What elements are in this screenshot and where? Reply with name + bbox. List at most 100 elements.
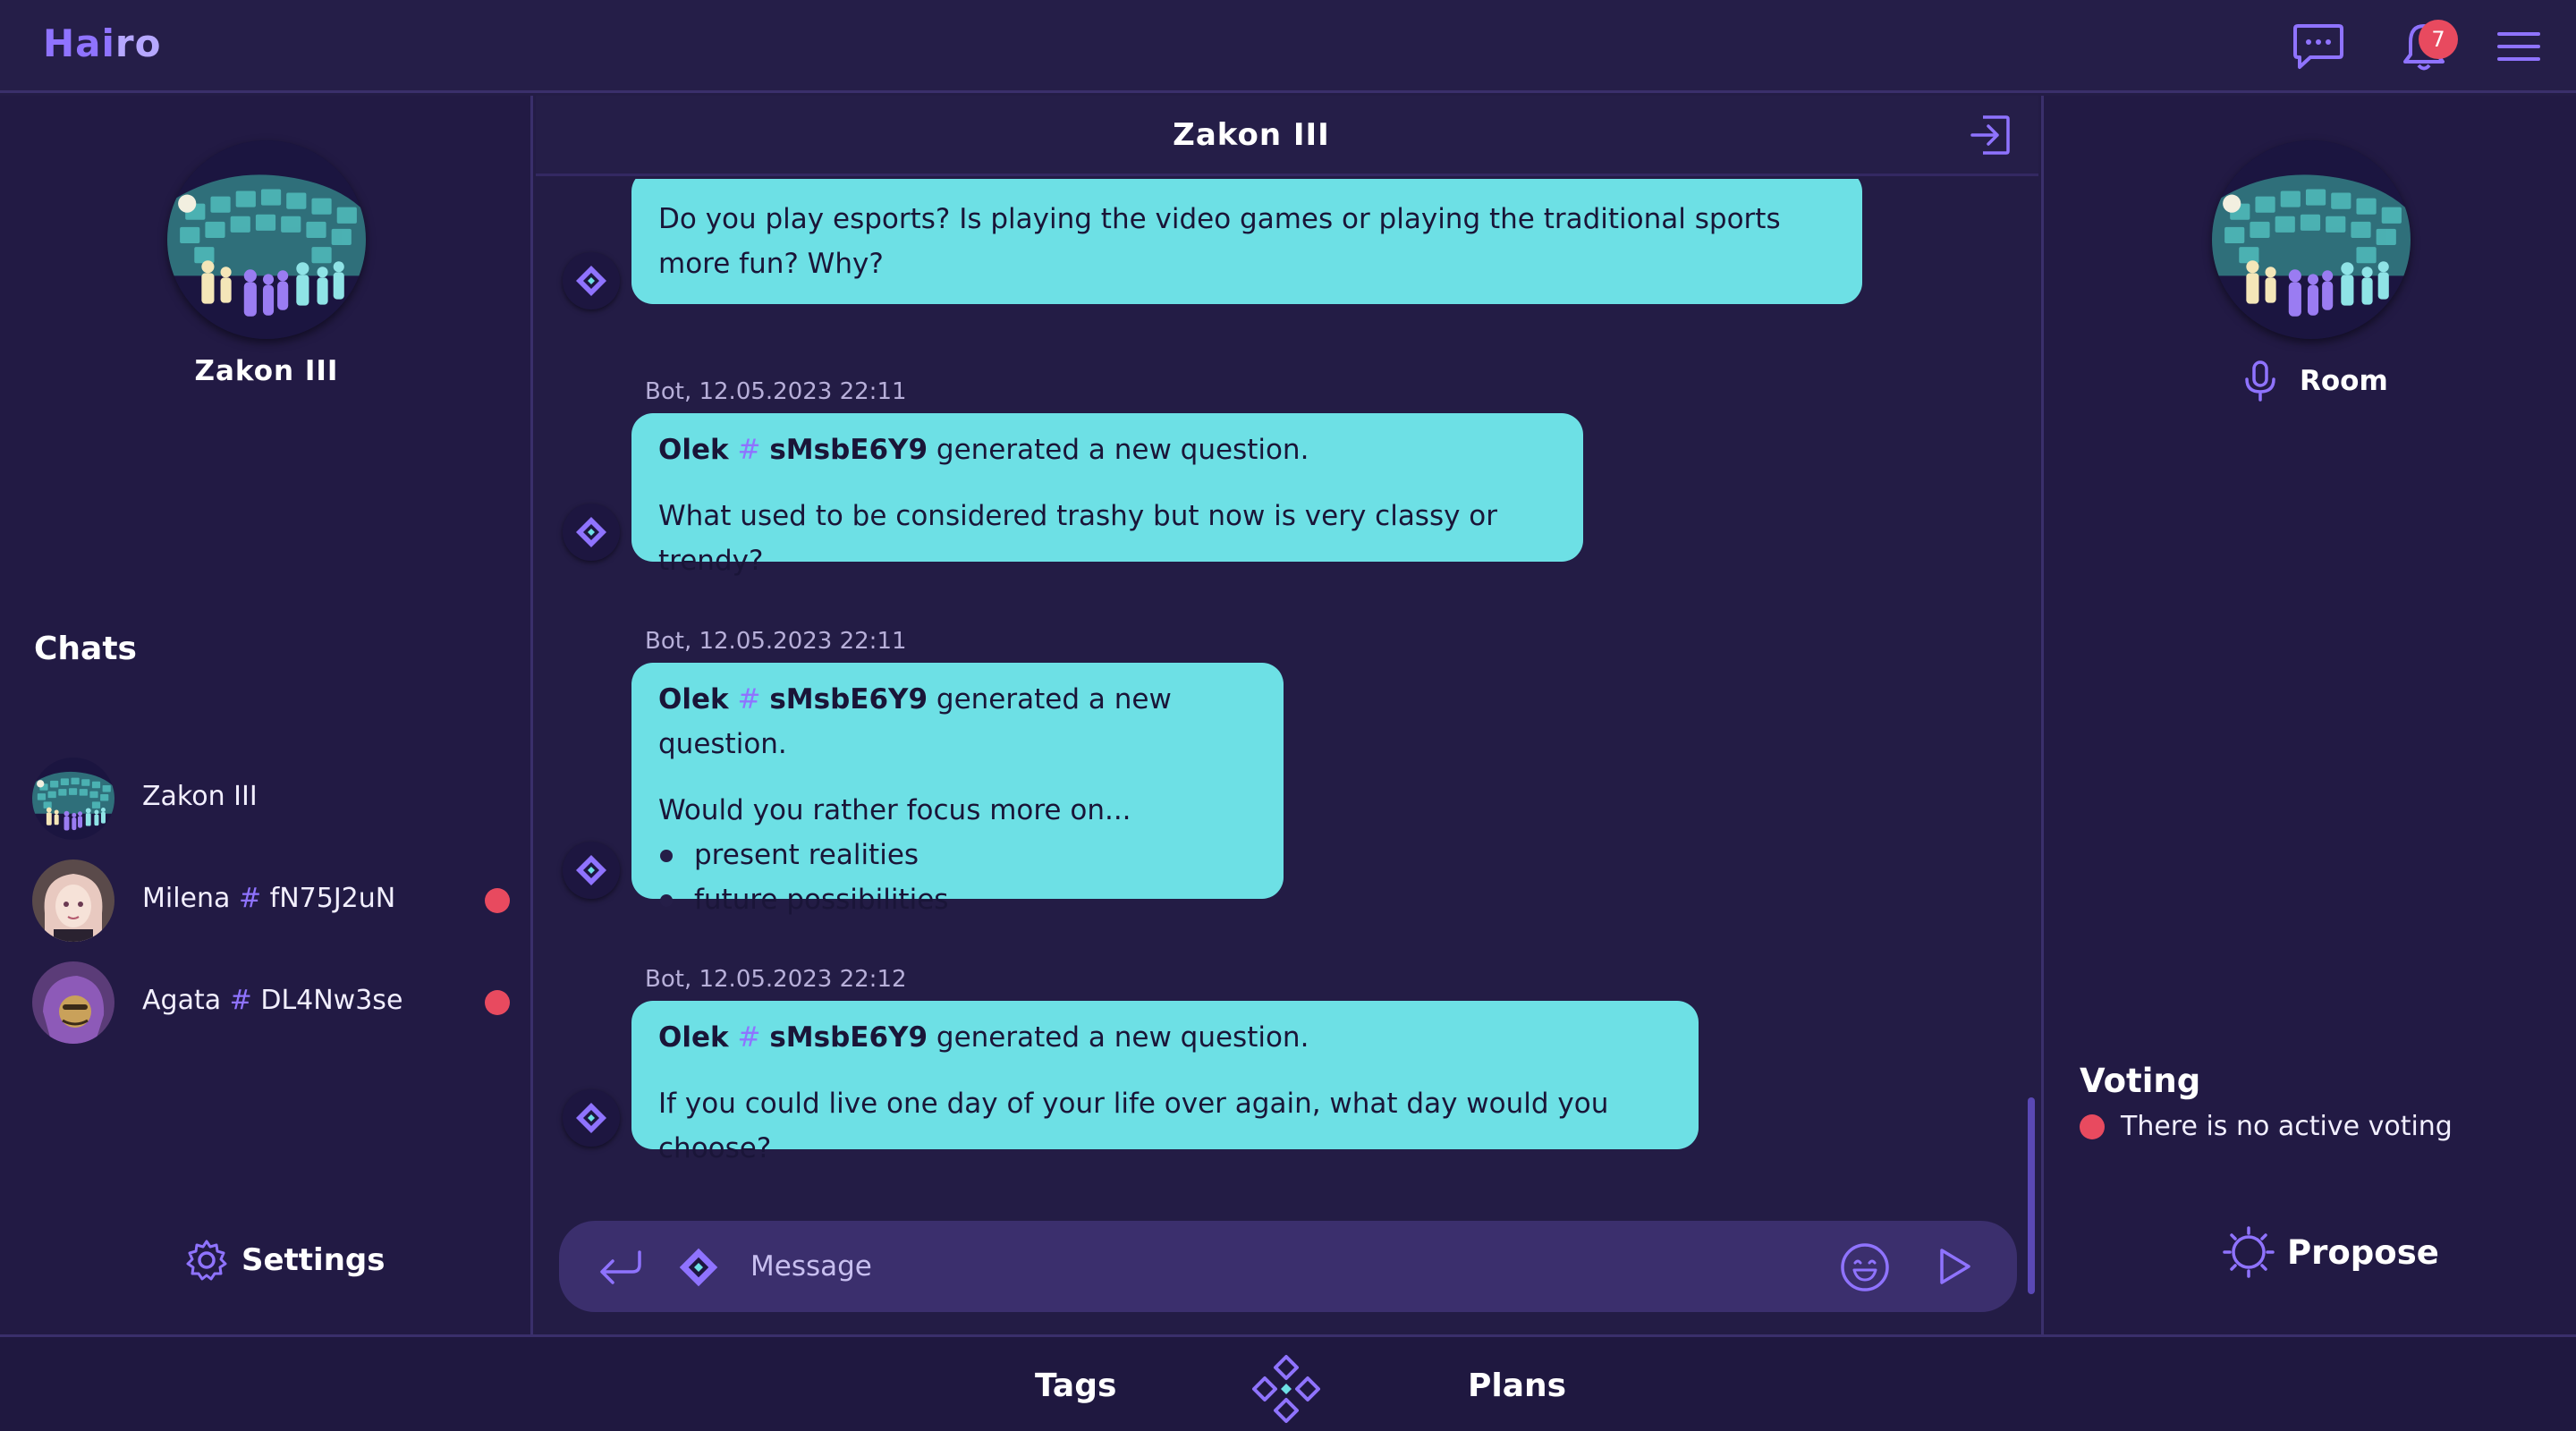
chat-item-agata[interactable]: Agata # DL4Nw3se [32,960,510,1046]
bot-diamond-icon [676,1245,721,1290]
emoji-button[interactable] [1838,1240,1892,1294]
message-timestamp: Bot, 12.05.2023 22:11 [645,378,907,405]
hash-symbol: # [737,434,761,466]
author-tag: sMsbE6Y9 [769,1021,928,1054]
hash-symbol: # [229,985,252,1016]
send-icon [1940,1249,1970,1284]
bot-diamond-icon [573,852,609,888]
voting-status-text: There is no active voting [2121,1111,2453,1142]
notifications-button[interactable]: 7 [2388,16,2460,77]
home-button[interactable] [1250,1353,1322,1425]
bot-command-button[interactable] [675,1244,722,1291]
propose-label: Propose [2287,1232,2439,1272]
option-item: future possibilities [658,877,1257,922]
chat-tag: DL4Nw3se [260,985,403,1016]
message-action: generated a new question. [936,434,1309,466]
message-bubble: Do you play esports? Is playing the vide… [631,179,1862,304]
voting-title: Voting [2080,1062,2201,1100]
exit-icon [1970,115,2010,155]
author-name: Olek [658,683,729,716]
message-bubble: Olek # sMsbE6Y9 generated a new question… [631,663,1284,916]
avatar [32,961,114,1044]
room-avatar [2212,140,2411,339]
message-question: Would you rather focus more on... [658,794,1131,826]
chat-name: Agata # DL4Nw3se [142,985,402,1016]
author-tag: sMsbE6Y9 [769,434,928,466]
bot-diamond-icon [573,514,609,550]
send-button[interactable] [1932,1244,1977,1289]
right-sidebar: Room Voting There is no active voting Pr… [2041,96,2576,1334]
chat-name-text: Zakon III [142,781,258,812]
messages-list[interactable]: Do you play esports? Is playing the vide… [536,179,2038,1301]
reply-icon [600,1250,641,1284]
author-name: Olek [658,1021,729,1054]
app-logo[interactable]: Hairo [43,21,161,65]
messages-scrollbar[interactable] [2028,1097,2035,1294]
bot-diamond-icon [573,1100,609,1136]
message-text: Do you play esports? Is playing the vide… [658,203,1781,280]
tab-plans[interactable]: Plans [1468,1367,1566,1404]
status-dot [2080,1113,2105,1139]
logo-part-2: ro [114,21,162,65]
bottom-bar: Tags Plans [0,1334,2576,1431]
messages-button[interactable] [2288,16,2349,77]
message-header: Olek # sMsbE6Y9 generated a new question… [658,428,1556,472]
chats-heading: Chats [34,631,137,667]
avatar [32,758,114,840]
room-title: Zakon III [194,355,339,387]
emoji-icon [1841,1243,1889,1291]
chat-icon [2293,24,2343,69]
logo-part-1: Hai [43,21,115,65]
settings-label: Settings [242,1242,386,1278]
message-question: What used to be considered trashy but no… [658,500,1498,577]
tab-tags[interactable]: Tags [1035,1367,1116,1404]
app-root: Hairo 7 Zakon III Chats Zakon III Milena… [0,0,2576,1431]
message-header: Olek # sMsbE6Y9 generated a new question… [658,1015,1672,1060]
leave-room-button[interactable] [1967,112,2013,158]
room-label: Room [2300,365,2388,397]
settings-button[interactable]: Settings [184,1232,386,1289]
hash-symbol: # [238,883,262,914]
menu-icon [2497,32,2540,61]
chat-name: Milena # fN75J2uN [142,883,395,914]
chat-panel: Zakon III Do you play esports? Is playin… [536,96,2038,1334]
bot-avatar [563,252,620,309]
message-composer [559,1221,2017,1312]
message-question: If you could live one day of your life o… [658,1088,1609,1164]
bot-avatar [563,1089,620,1147]
author-tag: sMsbE6Y9 [769,683,928,716]
message-bubble: Olek # sMsbE6Y9 generated a new question… [631,1001,1699,1164]
option-item: present realities [658,833,1257,877]
message-timestamp: Bot, 12.05.2023 22:12 [645,966,907,993]
room-avatar [167,140,366,339]
option-list: present realities future possibilities [658,833,1257,922]
chat-tag: fN75J2uN [269,883,396,914]
message-timestamp: Bot, 12.05.2023 22:11 [645,628,907,655]
chat-name: Zakon III [142,781,258,812]
reply-button[interactable] [593,1244,647,1289]
unread-dot [485,888,510,913]
hash-symbol: # [737,1021,761,1054]
propose-button[interactable]: Propose [2221,1224,2439,1280]
voting-status: There is no active voting [2080,1111,2453,1142]
chat-name-text: Agata [142,985,222,1016]
microphone-icon [2245,360,2275,402]
left-sidebar: Zakon III Chats Zakon III Milena # fN75J… [0,96,533,1334]
bot-avatar [563,504,620,561]
message-header: Olek # sMsbE6Y9 generated a new question… [658,677,1257,766]
chat-title: Zakon III [1173,117,1330,153]
menu-button[interactable] [2488,16,2549,77]
gear-icon [186,1240,227,1281]
voice-room-link[interactable]: Room [2242,360,2388,402]
unread-dot [485,990,510,1015]
hairo-logo-icon [1252,1355,1320,1423]
avatar [32,859,114,942]
hash-symbol: # [737,683,761,716]
chat-item-milena[interactable]: Milena # fN75J2uN [32,858,510,944]
message-action: generated a new question. [936,1021,1309,1054]
bot-avatar [563,842,620,899]
chat-item-zakon-iii[interactable]: Zakon III [32,756,510,842]
chat-name-text: Milena [142,883,231,914]
propose-icon [2223,1226,2275,1278]
message-input[interactable] [750,1244,1779,1289]
